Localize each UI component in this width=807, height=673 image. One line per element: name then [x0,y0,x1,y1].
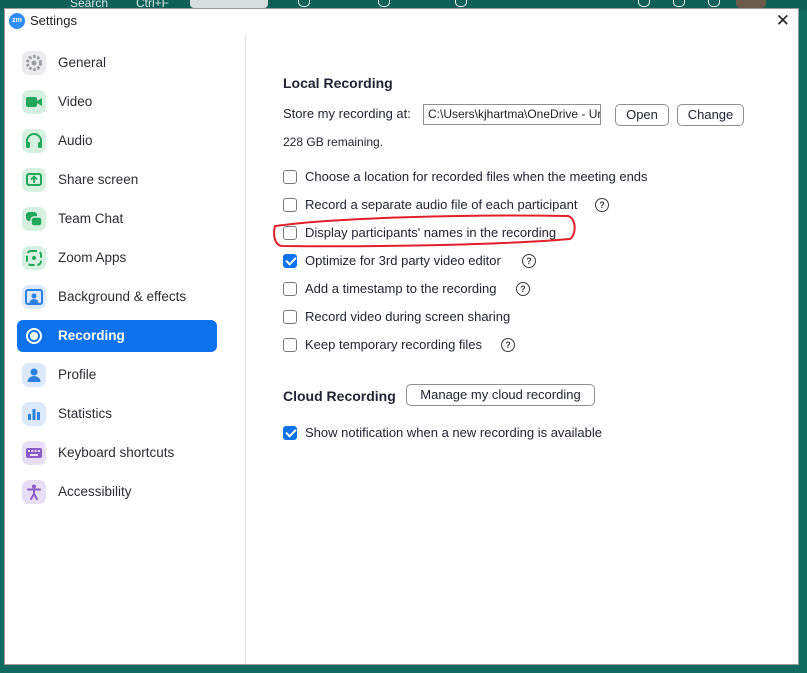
checkbox-label: Show notification when a new recording i… [305,425,603,440]
sidebar-item-profile[interactable]: Profile [17,359,217,391]
apps-icon [22,246,46,270]
sidebar-item-recording[interactable]: Recording [17,320,217,352]
gear-icon [22,51,46,75]
checkbox-label: Add a timestamp to the recording [305,281,497,296]
record-icon [22,324,46,348]
background-tab [190,0,268,8]
background-wifi-icon [638,0,650,7]
red-highlight-annotation [273,214,576,248]
background-notification-icon [708,0,720,7]
checkbox[interactable] [283,282,297,296]
checkbox[interactable] [283,426,297,440]
store-location-label: Store my recording at: [283,106,411,121]
recording-settings-panel: Local Recording Store my recording at: C… [246,35,798,664]
settings-window: zm Settings ✕ General Video Audio Share … [4,8,799,665]
storage-remaining-text: 228 GB remaining. [283,135,384,149]
checkbox[interactable] [283,170,297,184]
checkbox[interactable] [283,338,297,352]
background-people-icon [298,0,310,7]
video-camera-icon [22,90,46,114]
settings-sidebar: General Video Audio Share screen Team Ch… [5,35,246,664]
share-screen-icon [22,168,46,192]
sidebar-item-label: Video [58,94,93,109]
checkbox-label: Optimize for 3rd party video editor [305,253,501,268]
chat-icon [22,207,46,231]
manage-cloud-recording-button[interactable]: Manage my cloud recording [406,384,595,406]
checkbox[interactable] [283,254,297,268]
sidebar-item-label: Keyboard shortcuts [58,445,175,460]
checkbox[interactable] [283,310,297,324]
help-icon[interactable]: ? [595,198,609,212]
keyboard-icon [22,441,46,465]
sidebar-item-label: Audio [58,133,93,148]
sidebar-item-label: Share screen [58,172,139,187]
sidebar-item-statistics[interactable]: Statistics [17,398,217,430]
sidebar-item-audio[interactable]: Audio [17,125,217,157]
open-folder-button[interactable]: Open [615,104,669,126]
checkbox-label: Record a separate audio file of each par… [305,197,578,212]
background-more-icon [533,0,543,6]
sidebar-item-label: Recording [58,328,125,343]
zoom-app-icon: zm [9,13,25,29]
person-background-icon [22,285,46,309]
help-icon[interactable]: ? [516,282,530,296]
help-icon[interactable]: ? [522,254,536,268]
cloud-recording-heading: Cloud Recording [283,388,396,404]
close-button[interactable]: ✕ [776,10,790,32]
local-recording-heading: Local Recording [283,75,393,91]
headphones-icon [22,129,46,153]
sidebar-item-label: Statistics [58,406,113,421]
background-help-icon [673,0,685,7]
recording-path-field[interactable]: C:\Users\kjhartma\OneDrive - Ur [423,104,601,125]
sidebar-item-general[interactable]: General [17,47,217,79]
title-bar: zm Settings ✕ [5,9,798,35]
checkbox[interactable] [283,198,297,212]
sidebar-item-keyboard-shortcuts[interactable]: Keyboard shortcuts [17,437,217,469]
sidebar-item-share-screen[interactable]: Share screen [17,164,217,196]
sidebar-item-video[interactable]: Video [17,86,217,118]
sidebar-item-team-chat[interactable]: Team Chat [17,203,217,235]
window-title: Settings [30,13,77,28]
sidebar-item-label: Accessibility [58,484,132,499]
statistics-icon [22,402,46,426]
accessibility-icon [22,480,46,504]
sidebar-item-label: Zoom Apps [58,250,127,265]
sidebar-item-label: Background & effects [58,289,187,304]
checkbox-label: Keep temporary recording files [305,337,483,352]
sidebar-item-zoom-apps[interactable]: Zoom Apps [17,242,217,274]
checkbox-label: Choose a location for recorded files whe… [305,169,648,184]
background-phone-icon [378,0,390,7]
sidebar-item-label: General [58,55,107,70]
sidebar-item-accessibility[interactable]: Accessibility [17,476,217,508]
change-folder-button[interactable]: Change [677,104,744,126]
sidebar-item-label: Team Chat [58,211,124,226]
help-icon[interactable]: ? [501,338,515,352]
background-avatar [736,0,766,8]
sidebar-item-label: Profile [58,367,97,382]
background-contacts-icon [455,0,467,7]
profile-icon [22,363,46,387]
checkbox-label: Record video during screen sharing [305,309,511,324]
sidebar-item-background-effects[interactable]: Background & effects [17,281,217,313]
